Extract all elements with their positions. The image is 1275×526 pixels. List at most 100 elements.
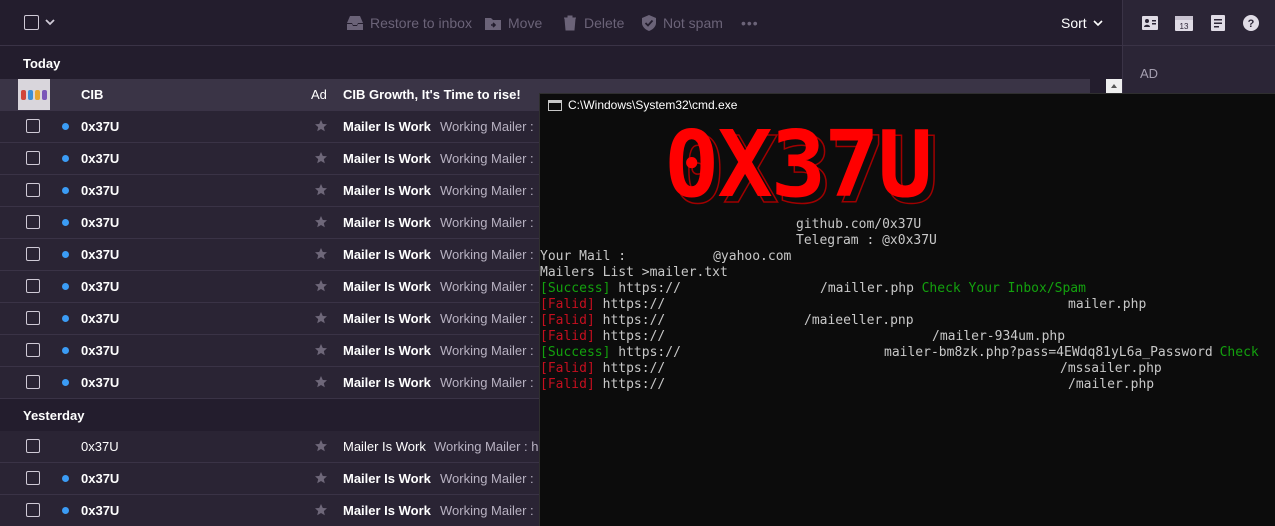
status-tag: [Falid]	[540, 313, 595, 328]
notepad-icon[interactable]	[1207, 12, 1229, 34]
folder-move-icon	[485, 18, 501, 30]
row-sender: 0x37U	[81, 471, 120, 486]
star-icon[interactable]	[314, 151, 328, 170]
cmd-title-bar[interactable]: C:\Windows\System32\cmd.exe	[540, 94, 1275, 116]
star-icon[interactable]	[314, 311, 328, 330]
help-icon[interactable]: ?	[1240, 12, 1262, 34]
status-tag: [Falid]	[540, 377, 595, 392]
shield-check-icon	[642, 15, 656, 31]
not-spam-label: Not spam	[663, 15, 723, 31]
row-snippet: Working Mailer :	[440, 503, 534, 518]
url-start: https://	[602, 297, 666, 312]
star-icon[interactable]	[314, 343, 328, 362]
status-tag: [Falid]	[540, 297, 595, 312]
star-icon[interactable]	[314, 119, 328, 138]
move-label: Move	[508, 15, 543, 31]
cmd-result-line: [Success] https:// mailer-bm8zk.php?pass=…	[540, 345, 1275, 361]
star-icon[interactable]	[314, 503, 328, 522]
restore-to-inbox-button[interactable]: Restore to inbox	[346, 0, 472, 46]
row-checkbox[interactable]	[26, 471, 40, 485]
row-sender: 0x37U	[81, 343, 120, 358]
unread-dot-icon	[62, 507, 69, 514]
row-checkbox[interactable]	[26, 503, 40, 517]
row-checkbox[interactable]	[26, 375, 40, 389]
row-checkbox[interactable]	[26, 311, 40, 325]
select-all-checkbox[interactable]	[24, 15, 39, 30]
star-icon[interactable]	[314, 183, 328, 202]
star-icon[interactable]	[314, 471, 328, 490]
chevron-down-icon[interactable]	[44, 14, 56, 30]
row-checkbox[interactable]	[26, 183, 40, 197]
url-start: https://	[602, 329, 666, 344]
row-checkbox[interactable]	[26, 279, 40, 293]
unread-dot-icon	[62, 187, 69, 194]
row-sender: 0x37U	[81, 375, 120, 390]
move-button[interactable]: Move	[484, 0, 542, 46]
row-checkbox[interactable]	[26, 343, 40, 357]
rail-ad-label: AD	[1140, 66, 1159, 81]
star-icon[interactable]	[314, 247, 328, 266]
row-snippet: Working Mailer :	[440, 343, 534, 358]
delete-button[interactable]: Delete	[562, 0, 624, 46]
star-icon[interactable]	[314, 215, 328, 234]
cmd-title: C:\Windows\System32\cmd.exe	[568, 98, 738, 112]
row-sender: 0x37U	[81, 439, 119, 454]
restore-label: Restore to inbox	[370, 15, 472, 31]
scrollbar-up-arrow[interactable]	[1106, 79, 1122, 93]
row-sender: 0x37U	[81, 247, 120, 262]
unread-dot-icon	[62, 379, 69, 386]
sort-button[interactable]: Sort	[1061, 0, 1103, 46]
url-end: /mailer.php	[1068, 377, 1155, 392]
url-start: https://	[618, 345, 681, 360]
ad-tag: Ad	[311, 87, 327, 102]
row-checkbox[interactable]	[26, 439, 40, 453]
row-subject: Mailer Is Work	[343, 183, 431, 198]
row-subject: Mailer Is Work	[343, 503, 431, 518]
row-sender: 0x37U	[81, 183, 120, 198]
row-snippet: Working Mailer :	[440, 247, 534, 262]
cmd-icon	[548, 99, 562, 111]
row-sender: 0x37U	[81, 151, 120, 166]
cmd-result-line: [Falid] https:// /maieeller.pnp	[540, 313, 1275, 329]
row-subject: Mailer Is Work	[343, 375, 431, 390]
url-start: https://	[618, 281, 681, 296]
mail-toolbar: Restore to inbox Move Delete Not spam ••…	[0, 0, 1122, 46]
cmd-result-line: [Falid] https:// /mailer-934um.php	[540, 329, 1275, 345]
ad-sender: CIB	[81, 87, 104, 102]
inbox-restore-icon	[347, 16, 363, 30]
row-sender: 0x37U	[81, 119, 120, 134]
star-icon[interactable]	[314, 279, 328, 298]
svg-text:?: ?	[1248, 18, 1255, 30]
row-snippet: Working Mailer :	[440, 471, 534, 486]
more-actions-button[interactable]: •••	[741, 0, 759, 46]
row-snippet: Working Mailer :	[440, 215, 534, 230]
url-end: mailer-bm8zk.php?pass=4EWdq81yL6a_Passwo…	[884, 345, 1213, 360]
telegram-line: Telegram : @x0x37U	[796, 233, 937, 248]
unread-dot-icon	[62, 283, 69, 290]
ad-subject: CIB Growth, It's Time to rise!	[343, 87, 521, 102]
not-spam-button[interactable]: Not spam	[641, 0, 723, 46]
contacts-icon[interactable]	[1139, 12, 1161, 34]
cmd-result-line: [Success] https:// /mailler.php Check Your…	[540, 281, 1275, 297]
more-icon: •••	[741, 15, 759, 31]
row-checkbox[interactable]	[26, 119, 40, 133]
row-checkbox[interactable]	[26, 151, 40, 165]
row-snippet: Working Mailer :	[440, 183, 534, 198]
status-tag: [Success]	[540, 345, 611, 360]
calendar-icon[interactable]: 13	[1173, 12, 1195, 34]
row-checkbox[interactable]	[26, 247, 40, 261]
star-icon[interactable]	[314, 375, 328, 394]
url-start: https://	[602, 313, 666, 328]
status-note: Check	[1219, 345, 1259, 360]
url-end: mailer.php	[1068, 297, 1147, 312]
row-checkbox[interactable]	[26, 215, 40, 229]
row-snippet: Working Mailer :	[440, 311, 534, 326]
cmd-result-line: [Falid] https:// mailer.php	[540, 297, 1275, 313]
row-sender: 0x37U	[81, 311, 120, 326]
chevron-down-icon	[1093, 20, 1103, 27]
unread-dot-icon	[62, 347, 69, 354]
star-icon[interactable]	[314, 439, 328, 458]
unread-dot-icon	[62, 155, 69, 162]
row-sender: 0x37U	[81, 215, 120, 230]
url-end: /mailer-934um.php	[932, 329, 1066, 344]
